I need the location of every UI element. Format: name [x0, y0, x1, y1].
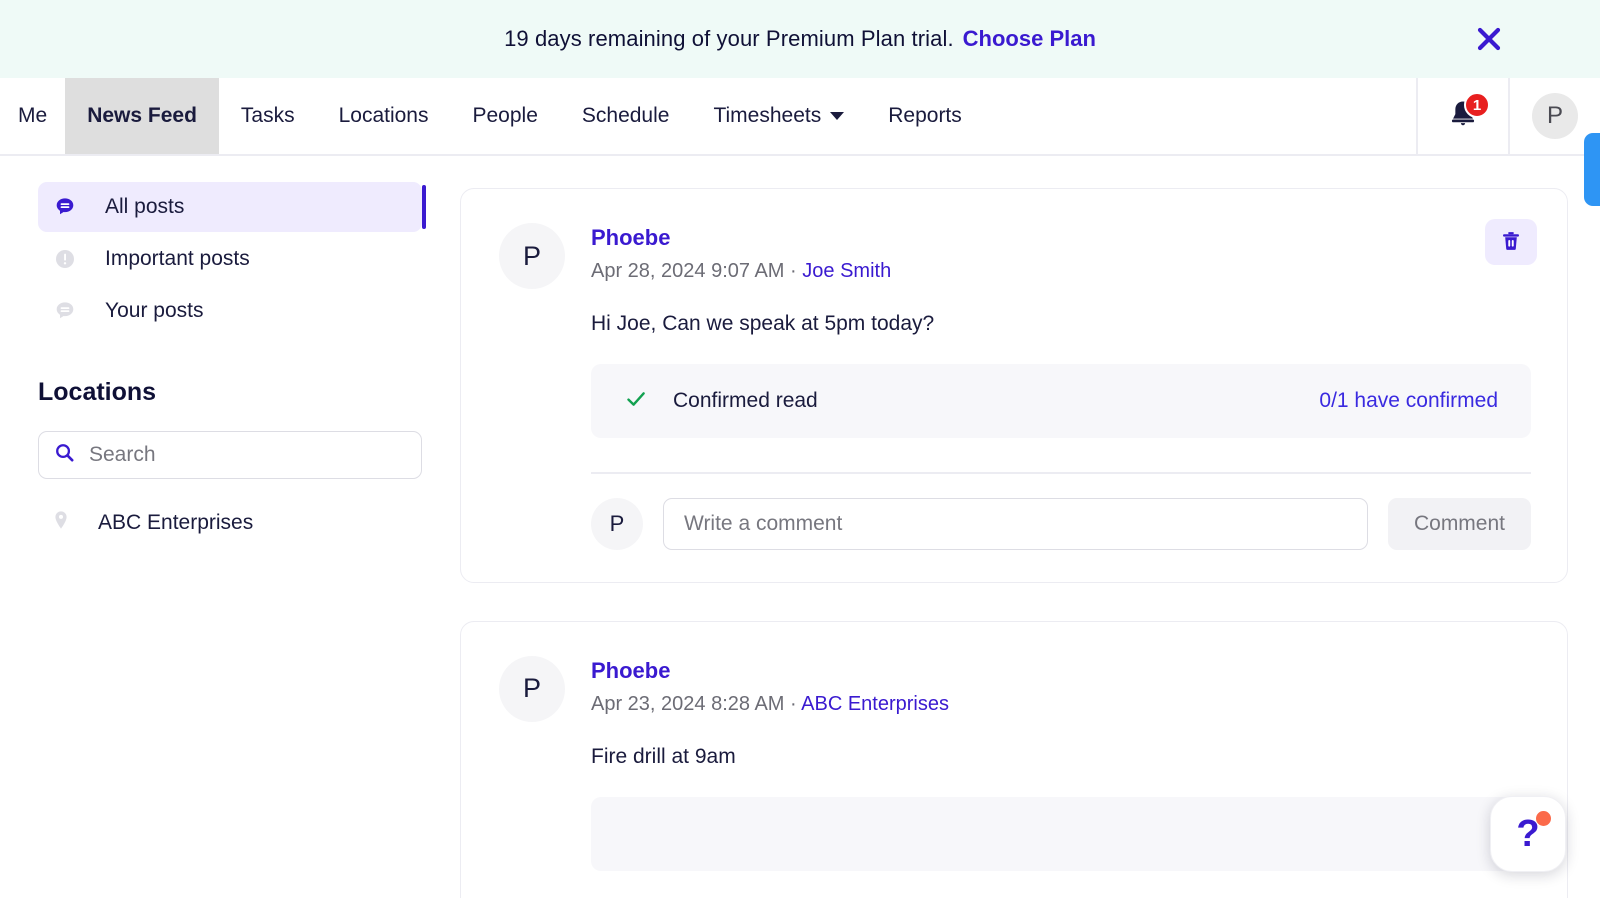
sidebar: All posts Important posts Your posts Loc…: [0, 156, 460, 898]
avatar: P: [1532, 93, 1578, 139]
locations-heading: Locations: [38, 378, 157, 406]
delete-post-button[interactable]: [1485, 219, 1537, 265]
nav-label: Reports: [888, 104, 962, 127]
nav-label: News Feed: [87, 104, 197, 127]
nav-item-people[interactable]: People: [451, 78, 560, 154]
nav-label: People: [472, 104, 538, 127]
trial-banner-message: 19 days remaining of your Premium Plan t…: [504, 26, 954, 51]
post-filter-list: All posts Important posts Your posts: [0, 182, 460, 336]
post-target-link[interactable]: Joe Smith: [802, 260, 891, 282]
nav-right-cluster: 1 P: [1416, 78, 1600, 154]
nav-item-timesheets[interactable]: Timesheets: [691, 78, 866, 154]
nav-label: Me: [18, 104, 48, 127]
check-icon: [624, 387, 648, 416]
post-timestamp: Apr 28, 2024 9:07 AM: [591, 260, 785, 282]
nav-label: Tasks: [240, 104, 295, 127]
nav-item-schedule[interactable]: Schedule: [560, 78, 692, 154]
news-feed: P Phoebe Apr 28, 2024 9:07 AM · Joe Smit…: [460, 156, 1600, 898]
post-avatar: P: [499, 655, 565, 722]
page-body: All posts Important posts Your posts Loc…: [0, 156, 1600, 898]
chat-bubble-outline-icon: [52, 299, 78, 323]
sidebar-item-your-posts[interactable]: Your posts: [38, 286, 422, 336]
comment-submit-button[interactable]: Comment: [1387, 497, 1531, 550]
sidebar-item-important-posts[interactable]: Important posts: [38, 234, 422, 284]
trial-banner: 19 days remaining of your Premium Plan t…: [0, 0, 1600, 78]
nav-item-me[interactable]: Me: [0, 78, 65, 154]
chevron-down-icon: [830, 112, 845, 120]
help-notification-dot: [1536, 811, 1551, 826]
close-icon[interactable]: [1474, 24, 1504, 54]
choose-plan-link[interactable]: Choose Plan: [963, 26, 1096, 52]
nav-label: Schedule: [581, 104, 670, 127]
post-timestamp: Apr 23, 2024 8:28 AM: [591, 692, 785, 715]
post-header: P Phoebe Apr 23, 2024 8:28 AM · ABC Ente…: [461, 655, 1567, 722]
map-pin-icon: [50, 509, 72, 536]
post-divider: [591, 472, 1531, 474]
nav-item-news-feed[interactable]: News Feed: [65, 78, 219, 154]
post-author-link[interactable]: Phoebe: [591, 225, 891, 251]
nav-item-tasks[interactable]: Tasks: [219, 78, 317, 154]
confirmed-read-left: Confirmed read: [624, 387, 818, 416]
chat-bubble-icon: [52, 195, 78, 219]
post-separator: ·: [790, 692, 797, 715]
feedback-tab[interactable]: [1584, 133, 1600, 206]
notifications-button[interactable]: 1: [1416, 78, 1508, 154]
comment-composer: P Comment: [591, 497, 1531, 550]
search-icon: [53, 441, 76, 469]
post-separator: ·: [790, 260, 797, 282]
nav-item-list: Me News Feed Tasks Locations People Sche…: [0, 78, 984, 154]
search-input[interactable]: [89, 443, 407, 467]
help-button[interactable]: ?: [1490, 796, 1566, 872]
nav-item-locations[interactable]: Locations: [317, 78, 451, 154]
comment-input[interactable]: [663, 497, 1368, 550]
nav-label: Locations: [338, 104, 429, 127]
post-meta: Phoebe Apr 28, 2024 9:07 AM · Joe Smith: [591, 223, 891, 289]
post-meta: Phoebe Apr 23, 2024 8:28 AM · ABC Enterp…: [591, 656, 949, 722]
location-label: ABC Enterprises: [98, 510, 254, 534]
comment-avatar: P: [591, 497, 643, 550]
post-avatar: P: [499, 223, 565, 289]
post-author-link[interactable]: Phoebe: [591, 658, 949, 684]
post-subtitle: Apr 23, 2024 8:28 AM · ABC Enterprises: [591, 693, 949, 716]
confirmed-read-bar: [591, 796, 1531, 871]
sidebar-item-label: All posts: [105, 195, 185, 218]
post-header: P Phoebe Apr 28, 2024 9:07 AM · Joe Smit…: [461, 223, 1567, 289]
post-body: Fire drill at 9am: [591, 744, 736, 768]
top-navigation: Me News Feed Tasks Locations People Sche…: [0, 78, 1600, 156]
nav-item-reports[interactable]: Reports: [866, 78, 984, 154]
post-subtitle: Apr 28, 2024 9:07 AM · Joe Smith: [591, 260, 891, 283]
post-card: P Phoebe Apr 28, 2024 9:07 AM · Joe Smit…: [460, 188, 1568, 583]
notification-badge: 1: [1464, 92, 1490, 118]
nav-label: Timesheets: [713, 104, 822, 127]
alert-circle-icon: [52, 247, 78, 271]
trash-icon: [1499, 229, 1523, 256]
confirmed-read-count[interactable]: 0/1 have confirmed: [1319, 389, 1498, 413]
sidebar-item-label: Your posts: [105, 299, 204, 322]
confirmed-read-bar: Confirmed read 0/1 have confirmed: [591, 364, 1531, 438]
locations-search-box[interactable]: [38, 431, 422, 479]
post-target-link[interactable]: ABC Enterprises: [801, 693, 949, 715]
post-body: Hi Joe, Can we speak at 5pm today?: [591, 312, 935, 335]
location-item-abc-enterprises[interactable]: ABC Enterprises: [50, 509, 460, 536]
sidebar-item-label: Important posts: [105, 247, 250, 270]
sidebar-item-all-posts[interactable]: All posts: [38, 182, 426, 232]
post-card: P Phoebe Apr 23, 2024 8:28 AM · ABC Ente…: [460, 620, 1568, 898]
confirmed-read-label: Confirmed read: [673, 389, 818, 412]
